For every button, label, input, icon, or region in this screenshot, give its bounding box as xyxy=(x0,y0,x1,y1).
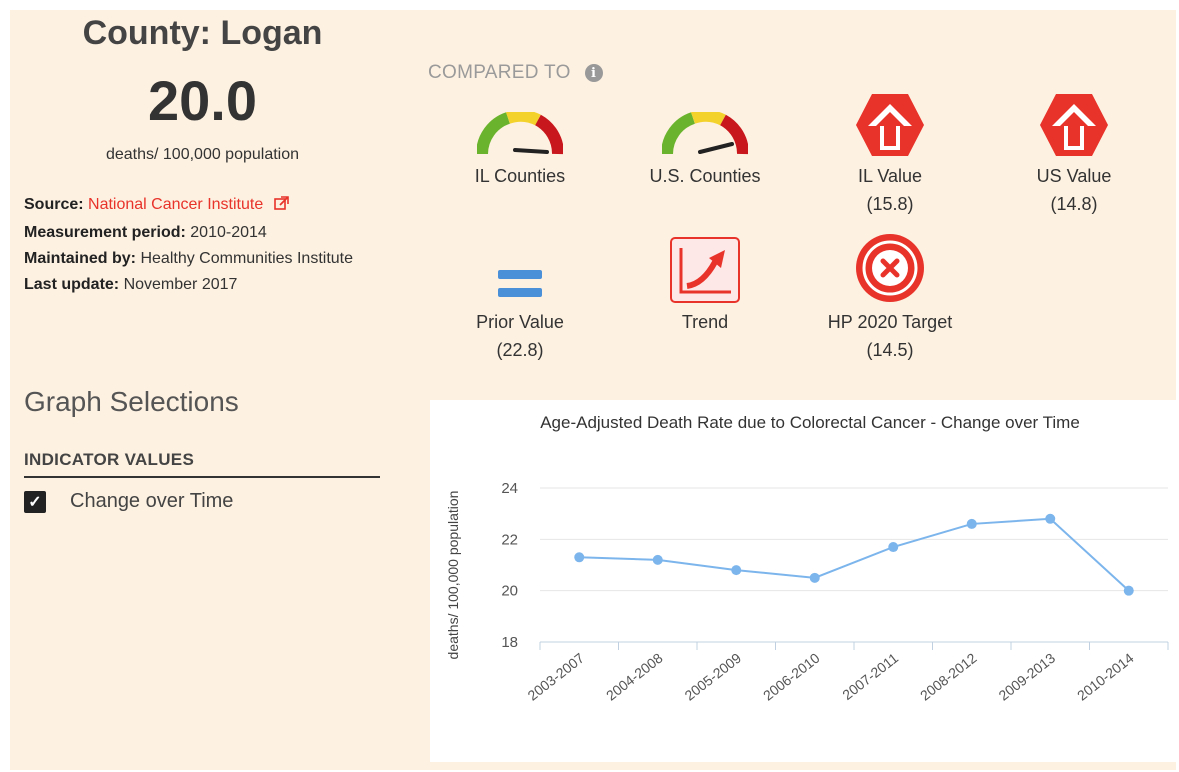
compare-value: (14.5) xyxy=(866,340,914,360)
compare-label: U.S. Counties xyxy=(649,166,761,186)
equals-icon xyxy=(430,230,610,304)
compare-us-value[interactable]: US Value (14.8) xyxy=(984,84,1164,218)
change-over-time-checkbox[interactable]: ✓ xyxy=(24,490,46,513)
indicator-units: deaths/ 100,000 population xyxy=(105,146,300,163)
compare-value: (22.8) xyxy=(496,340,544,360)
data-point xyxy=(574,552,585,563)
red-up-arrow-diamond-icon xyxy=(984,84,1164,158)
info-icon[interactable]: i xyxy=(584,64,603,82)
source-link[interactable]: National Cancer Institute xyxy=(88,196,263,213)
trend-chart: Age-Adjusted Death Rate due to Colorecta… xyxy=(430,400,1176,762)
compared-to-heading: COMPARED TO i xyxy=(428,62,603,84)
series-line xyxy=(579,517,1130,592)
indicator-metadata: Source: National Cancer Institute Measur… xyxy=(24,192,384,298)
update-value: November 2017 xyxy=(123,276,238,293)
change-over-time-label[interactable]: Change over Time xyxy=(70,490,233,513)
compare-trend[interactable]: Trend xyxy=(615,230,795,336)
compare-label: IL Counties xyxy=(474,166,566,186)
compare-label: Prior Value xyxy=(476,312,564,332)
compare-hp2020-target[interactable]: HP 2020 Target (14.5) xyxy=(800,230,980,364)
y-tick-label: 22 xyxy=(501,531,518,548)
data-point xyxy=(652,554,663,565)
compare-value: (14.8) xyxy=(1050,194,1098,214)
indicator-values-header: INDICATOR VALUES xyxy=(24,450,380,478)
data-point xyxy=(731,565,742,576)
y-tick-label: 20 xyxy=(501,583,518,600)
gauge-icon xyxy=(615,84,795,158)
x-tick-label: 2009-2013 xyxy=(995,650,1058,704)
x-tick-label: 2008-2012 xyxy=(917,650,980,704)
compare-il-value[interactable]: IL Value (15.8) xyxy=(800,84,980,218)
data-point xyxy=(809,572,820,583)
x-tick-label: 2003-2007 xyxy=(524,650,587,704)
y-tick-label: 18 xyxy=(501,634,518,651)
data-point xyxy=(1123,585,1134,596)
compare-us-counties[interactable]: U.S. Counties xyxy=(615,84,795,190)
y-tick-label: 24 xyxy=(501,480,518,497)
y-axis-label: deaths/ 100,000 population xyxy=(445,491,461,660)
compare-value: (15.8) xyxy=(866,194,914,214)
maintained-value: Healthy Communities Institute xyxy=(140,250,353,267)
compare-label: Trend xyxy=(681,312,729,332)
indicator-value: 20.0 xyxy=(148,69,257,132)
compare-il-counties[interactable]: IL Counties xyxy=(430,84,610,190)
graph-selections-heading: Graph Selections xyxy=(24,386,239,417)
period-label: Measurement period: xyxy=(24,224,186,241)
source-label: Source: xyxy=(24,196,84,213)
gauge-icon xyxy=(430,84,610,158)
red-up-arrow-diamond-icon xyxy=(800,84,980,158)
x-tick-label: 2004-2008 xyxy=(603,650,666,704)
update-label: Last update: xyxy=(24,276,120,293)
x-tick-label: 2010-2014 xyxy=(1074,650,1137,704)
change-over-time-option[interactable]: ✓ Change over Time xyxy=(24,490,233,513)
county-title: County: Logan xyxy=(82,14,323,52)
trend-up-icon xyxy=(615,230,795,304)
compare-label: US Value xyxy=(1036,166,1112,186)
external-link-icon[interactable] xyxy=(273,194,289,220)
compare-label: HP 2020 Target xyxy=(827,312,953,332)
x-tick-label: 2007-2011 xyxy=(839,650,901,703)
compare-label: IL Value xyxy=(857,166,923,186)
line-chart: 18 20 22 24 2003-2007 2004-2008 2005-2009 2006-… xyxy=(445,480,1169,704)
compared-to-label: COMPARED TO xyxy=(428,62,571,83)
data-point xyxy=(888,542,899,553)
period-value: 2010-2014 xyxy=(190,224,267,241)
compare-prior-value[interactable]: Prior Value (22.8) xyxy=(430,230,610,364)
red-x-circle-icon xyxy=(800,230,980,304)
maintained-label: Maintained by: xyxy=(24,250,137,267)
x-tick-label: 2006-2010 xyxy=(760,650,823,704)
x-tick-label: 2005-2009 xyxy=(681,650,744,704)
data-point xyxy=(1045,513,1056,524)
data-point xyxy=(966,518,977,529)
